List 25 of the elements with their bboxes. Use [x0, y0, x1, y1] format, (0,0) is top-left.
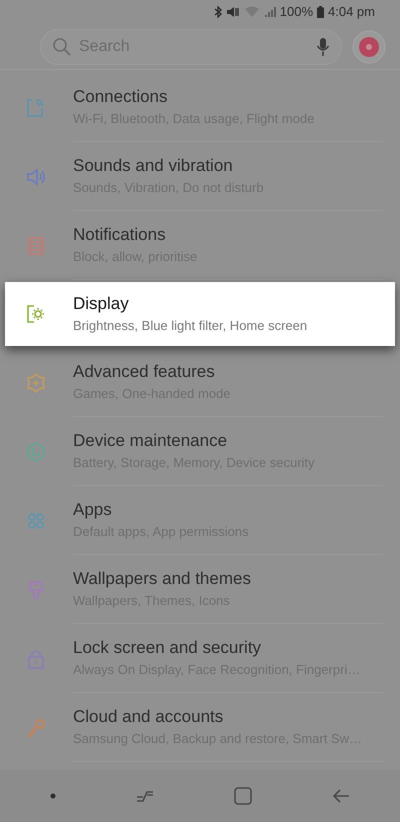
item-title: Advanced features: [73, 361, 216, 383]
bluetooth-icon: [214, 6, 222, 18]
back-icon[interactable]: [332, 789, 350, 803]
mute-icon: [226, 6, 240, 18]
item-title: Lock screen and security: [73, 637, 262, 659]
dot-icon[interactable]: [50, 793, 56, 799]
signal-icon: [264, 6, 276, 18]
item-title: Notifications: [73, 224, 167, 246]
item-title: Device maintenance: [73, 430, 228, 452]
search-icon: [52, 36, 72, 56]
battery-icon: [317, 6, 324, 18]
battery-percent: 100%: [280, 3, 314, 22]
profile-avatar-icon[interactable]: [352, 30, 386, 64]
item-title: Cloud and accounts: [73, 706, 224, 728]
item-title: Display: [73, 293, 130, 315]
item-title: Apps: [73, 499, 113, 521]
recent-apps-icon[interactable]: [136, 789, 154, 803]
home-icon[interactable]: [234, 787, 252, 805]
item-subtitle: Brightness, Blue light filter, Home screen: [73, 317, 308, 335]
item-title: Sounds and vibration: [73, 155, 234, 177]
clock: 4:04 pm: [328, 3, 375, 22]
settings-item[interactable]: Display Brightness, Blue light filter, Home screen: [5, 282, 395, 346]
microphone-icon[interactable]: [316, 36, 330, 56]
item-title: Wallpapers and themes: [73, 568, 252, 590]
item-title: Connections: [73, 86, 169, 108]
